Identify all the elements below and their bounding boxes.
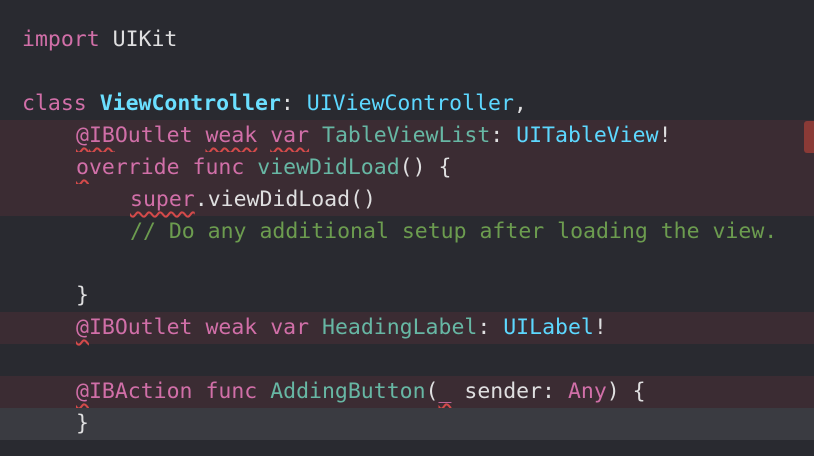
punctuation: : <box>490 123 517 148</box>
comment-text: // Do any additional setup after loading… <box>130 219 778 244</box>
code-editor[interactable]: import UIKit class ViewController: UIVie… <box>0 0 814 456</box>
function-name: AddingButton <box>270 379 426 404</box>
punctuation: ) { <box>606 379 646 404</box>
code-text: class ViewController: UIViewController, <box>22 88 527 120</box>
keyword-var: var <box>270 315 310 340</box>
method-call: viewDidLoad <box>207 187 351 212</box>
punctuation: : <box>477 315 504 340</box>
code-line-error[interactable]: super.viewDidLoad() <box>0 184 814 216</box>
code-text: import UIKit <box>22 24 177 56</box>
punctuation: ( <box>425 379 439 404</box>
superclass-name: UIViewController <box>306 91 514 116</box>
function-name: viewDidLoad <box>257 155 400 180</box>
keyword-override-part: verride <box>88 155 180 180</box>
property-name: TableViewList <box>322 123 491 148</box>
keyword-var: var <box>270 123 310 148</box>
code-line-error[interactable]: override func viewDidLoad() { <box>0 152 814 184</box>
punctuation: : <box>280 91 307 116</box>
keyword-func: func <box>192 155 245 180</box>
punctuation: () { <box>399 155 452 180</box>
keyword-weak: weak <box>205 123 258 148</box>
code-line-error[interactable]: @IBAction func AddingButton(_ sender: An… <box>0 376 814 408</box>
property-name: HeadingLabel <box>322 315 478 340</box>
keyword-func: func <box>205 379 258 404</box>
code-line-error[interactable]: @IBOutlet weak var TableViewList: UITabl… <box>0 120 814 152</box>
keyword-super: super <box>130 187 195 212</box>
punctuation: , <box>513 91 527 116</box>
code-line-current[interactable]: } <box>0 408 814 440</box>
attribute-at: @ <box>76 315 89 340</box>
keyword-weak: weak <box>205 315 258 340</box>
code-line[interactable]: } <box>0 280 814 312</box>
closing-brace: } <box>76 283 89 308</box>
code-text: @IBOutlet weak var HeadingLabel: UILabel… <box>76 312 607 344</box>
type-name: UILabel <box>503 315 594 340</box>
keyword-import: import <box>22 27 100 52</box>
code-text: super.viewDidLoad() <box>130 184 376 216</box>
underscore-label: _ <box>438 379 452 404</box>
parameter-name: sender: <box>451 379 568 404</box>
attribute-at: @ <box>76 379 89 404</box>
attribute-at: @ <box>76 123 89 148</box>
keyword-class: class <box>22 91 87 116</box>
attribute-name: IBAction <box>88 379 193 404</box>
module-name: UIKit <box>112 27 178 52</box>
code-line[interactable]: import UIKit <box>0 24 814 56</box>
code-text: @IBOutlet weak var TableViewList: UITabl… <box>76 120 672 152</box>
code-line-error[interactable]: @IBOutlet weak var HeadingLabel: UILabel… <box>0 312 814 344</box>
attribute-name-part: IB <box>88 123 115 148</box>
code-line[interactable]: class ViewController: UIViewController, <box>0 88 814 120</box>
code-line[interactable]: // Do any additional setup after loading… <box>0 216 814 248</box>
punctuation: . <box>194 187 208 212</box>
code-text: @IBAction func AddingButton(_ sender: An… <box>76 376 646 408</box>
class-name: ViewController <box>99 91 281 116</box>
punctuation: ! <box>593 315 607 340</box>
keyword-override-part: o <box>76 155 89 180</box>
keyword-any: Any <box>567 379 607 404</box>
type-name: UITableView <box>516 123 659 148</box>
punctuation: ! <box>658 123 672 148</box>
punctuation: () <box>350 187 376 212</box>
attribute-name-part: Outlet <box>114 123 193 148</box>
closing-brace: } <box>76 411 89 436</box>
code-text: override func viewDidLoad() { <box>76 152 451 184</box>
error-marker-icon[interactable] <box>804 121 814 153</box>
attribute-name: IBOutlet <box>88 315 193 340</box>
